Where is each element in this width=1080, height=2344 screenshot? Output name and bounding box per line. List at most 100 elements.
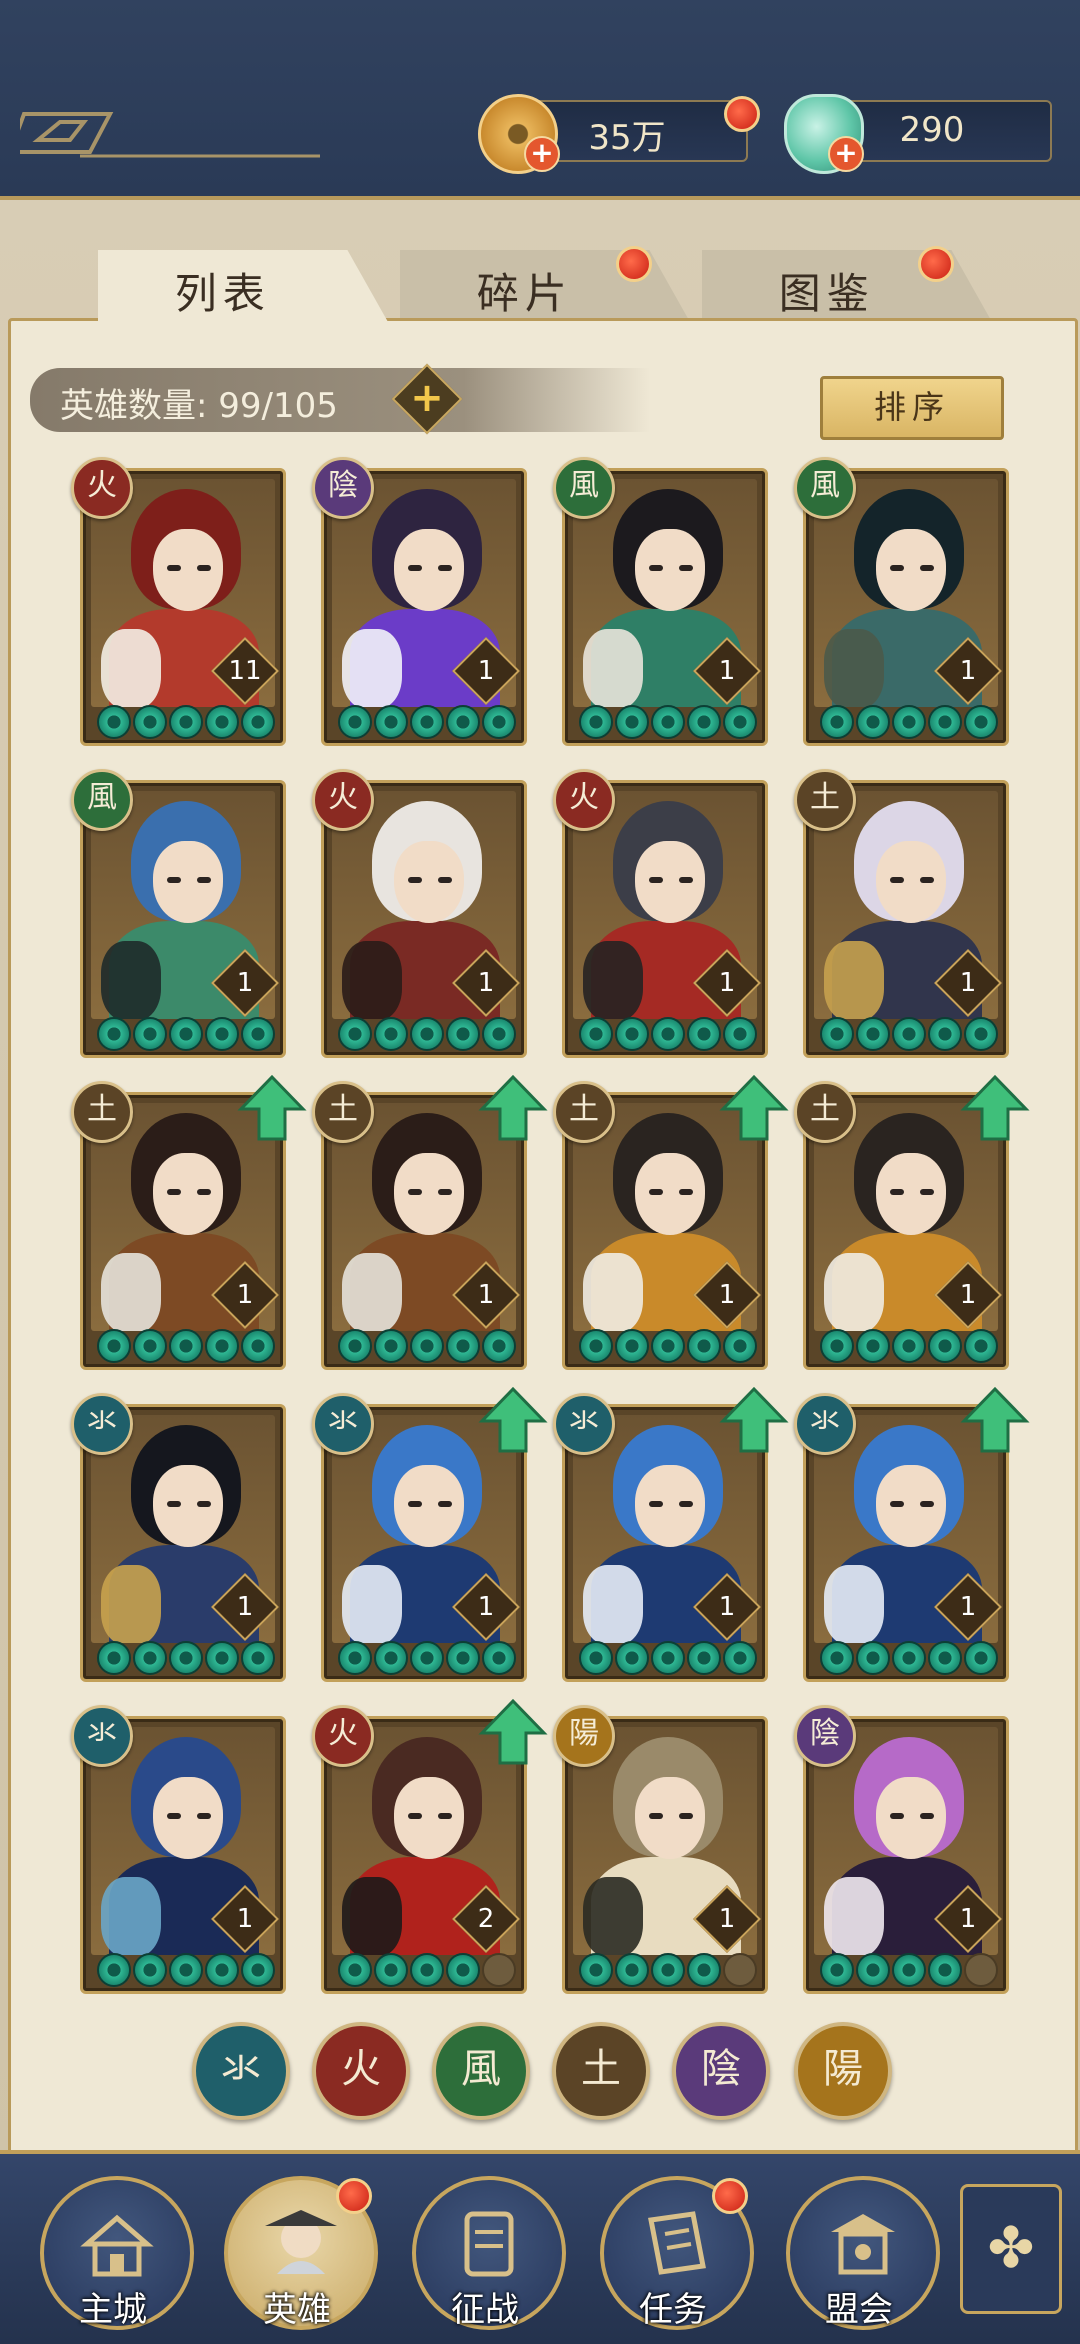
jade-star-icon [579, 1641, 613, 1675]
star-rating [820, 1641, 998, 1675]
hero-card[interactable]: 陰1 [794, 1705, 1009, 1994]
hero-card[interactable]: 氺1 [553, 1386, 789, 1682]
element-yin-icon: 陰 [794, 1705, 856, 1767]
hero-level-value: 1 [959, 1904, 977, 1934]
jade-star-icon [97, 1953, 131, 1987]
jade-star-icon [615, 1641, 649, 1675]
hero-card[interactable]: 陰1 [312, 457, 527, 746]
nav-label: 英雄 [263, 2290, 331, 2330]
hero-card[interactable]: 風1 [71, 769, 286, 1058]
jade-star-icon [205, 1329, 239, 1363]
sort-button[interactable]: 排序 [820, 376, 1004, 440]
task-scroll-icon [648, 2211, 706, 2275]
jade-star-icon [374, 1017, 408, 1051]
jade-star-icon [133, 1329, 167, 1363]
hero-card[interactable]: 土1 [71, 1074, 307, 1370]
jade-shell-plus-icon[interactable]: + [828, 136, 864, 172]
hero-card[interactable]: 土1 [553, 1074, 789, 1370]
copper-coin-plus-icon[interactable]: + [524, 136, 560, 172]
element-earth-icon: 土 [794, 1081, 856, 1143]
jade-star-icon [723, 1641, 757, 1675]
star-rating [579, 1017, 757, 1051]
hero-card[interactable]: 土1 [312, 1074, 548, 1370]
hero-count-label: 英雄数量: 99/105 [60, 386, 338, 426]
filter-yang-button[interactable]: 陽 [794, 2022, 892, 2120]
hero-level-value: 1 [236, 968, 254, 998]
star-rating [820, 1953, 998, 1987]
jade-star-icon [892, 705, 926, 739]
nav-label: 征战 [451, 2290, 519, 2330]
jade-star-icon [651, 1641, 685, 1675]
jade-star-icon [928, 705, 962, 739]
hero-card[interactable]: 土1 [794, 1074, 1030, 1370]
hero-card[interactable]: 氺1 [794, 1386, 1030, 1682]
hero-level-value: 1 [236, 1592, 254, 1622]
nav-notify-dot [712, 2178, 748, 2214]
hero-card[interactable]: 火1 [312, 769, 527, 1058]
jade-star-icon [374, 1953, 408, 1987]
jade-star-icon [820, 1641, 854, 1675]
upgrade-arrow-icon [478, 1698, 548, 1765]
element-wind-icon: 風 [71, 769, 133, 831]
jade-star-icon [928, 1641, 962, 1675]
jade-star-icon [446, 1953, 480, 1987]
jade-star-icon [687, 1953, 721, 1987]
element-fire-icon: 火 [553, 769, 615, 831]
jade-star-icon [964, 1641, 998, 1675]
hero-level-value: 1 [718, 1904, 736, 1934]
nav-label: 盟会 [825, 2290, 893, 2330]
jade-star-icon [97, 1641, 131, 1675]
jade-star-icon [820, 1953, 854, 1987]
hero-card[interactable]: 火1 [553, 769, 768, 1058]
jade-star-icon [410, 1017, 444, 1051]
jade-star-icon [723, 1017, 757, 1051]
filter-fire-button[interactable]: 火 [312, 2022, 410, 2120]
hero-card[interactable]: 氺1 [71, 1705, 286, 1994]
tab-list[interactable]: 列表 [98, 250, 388, 322]
star-rating [579, 705, 757, 739]
jade-star-icon [169, 705, 203, 739]
jade-star-icon [133, 1017, 167, 1051]
jade-star-icon [133, 1641, 167, 1675]
castle-icon [80, 2214, 154, 2277]
jade-star-icon [820, 1017, 854, 1051]
hero-card[interactable]: 火 11 [71, 457, 286, 746]
menu-knot-icon[interactable]: ✤ [960, 2184, 1062, 2314]
hero-level-value: 1 [477, 1280, 495, 1310]
star-rating [97, 1641, 275, 1675]
scroll-battle-icon [464, 2211, 514, 2277]
jade-star-icon [241, 1641, 275, 1675]
jade-star-icon [856, 705, 890, 739]
jade-star-icon [856, 1329, 890, 1363]
filter-water-button[interactable]: 氺 [192, 2022, 290, 2120]
hero-level-value: 1 [236, 1280, 254, 1310]
jade-star-icon [964, 705, 998, 739]
jade-star-icon [205, 1953, 239, 1987]
jade-star-icon [482, 705, 516, 739]
tab-list-label: 列表 [174, 269, 271, 318]
jade-star-icon [169, 1017, 203, 1051]
hero-card[interactable]: 氺1 [312, 1386, 548, 1682]
hero-card[interactable]: 風1 [794, 457, 1009, 746]
jade-star-icon [964, 1017, 998, 1051]
jade-star-icon [651, 705, 685, 739]
hero-card[interactable]: 陽1 [553, 1705, 768, 1994]
jade-star-icon [338, 1953, 372, 1987]
hero-card[interactable]: 土1 [794, 769, 1009, 1058]
jade-star-icon [374, 1329, 408, 1363]
element-water-icon: 氺 [71, 1393, 133, 1455]
jade-star-icon [579, 705, 613, 739]
hero-card[interactable]: 氺1 [71, 1393, 286, 1682]
jade-star-icon [410, 705, 444, 739]
element-wind-icon: 風 [794, 457, 856, 519]
filter-wind-button[interactable]: 風 [432, 2022, 530, 2120]
filter-earth-button[interactable]: 土 [552, 2022, 650, 2120]
hero-level-value: 1 [959, 656, 977, 686]
hero-level-value: 1 [718, 656, 736, 686]
hero-card[interactable]: 火2 [312, 1698, 548, 1994]
jade-star-icon [446, 1329, 480, 1363]
star-rating [820, 1017, 998, 1051]
hero-card[interactable]: 風1 [553, 457, 768, 746]
element-earth-icon: 土 [794, 769, 856, 831]
filter-yin-button[interactable]: 陰 [672, 2022, 770, 2120]
